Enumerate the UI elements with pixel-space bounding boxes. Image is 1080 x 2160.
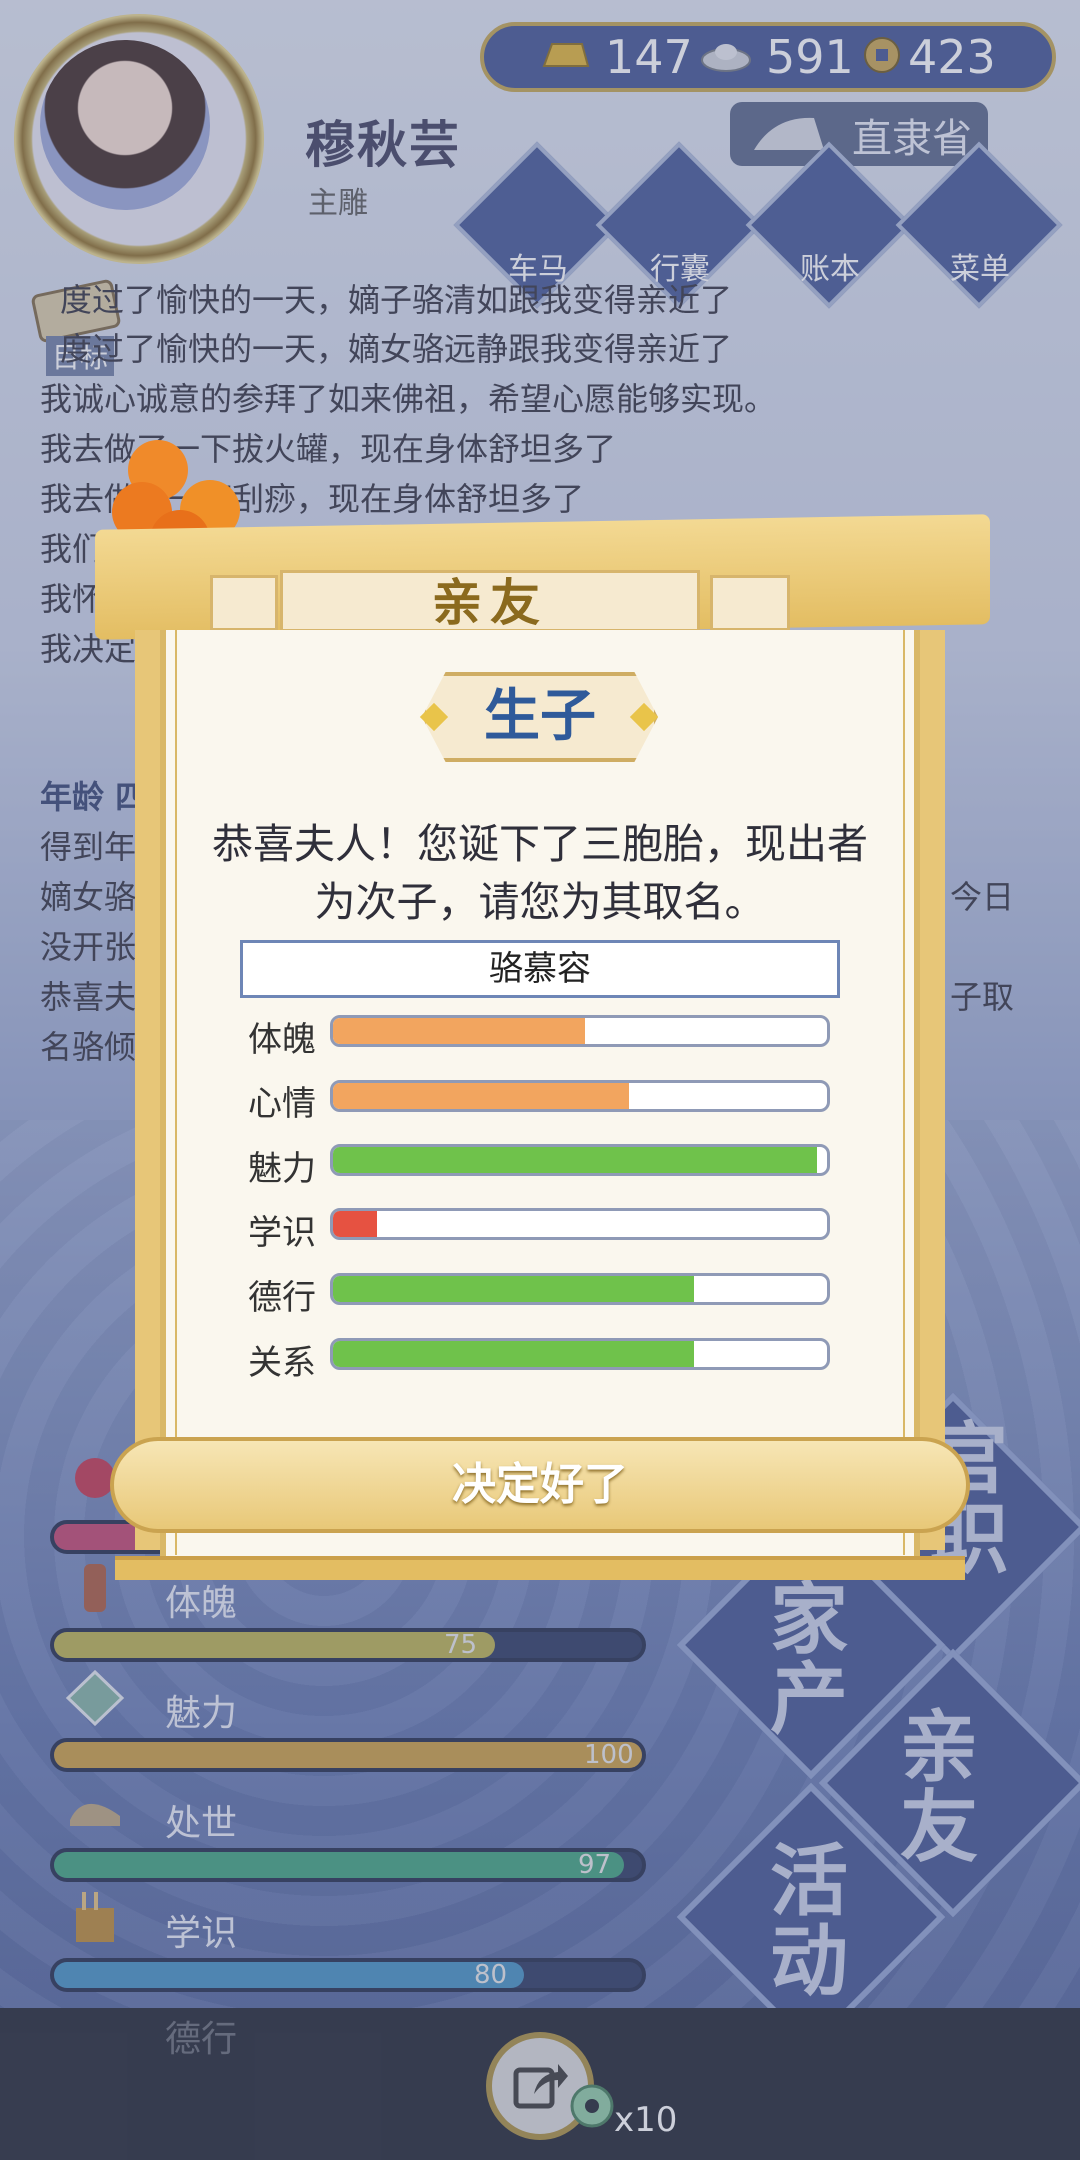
attr-label: 学识 (248, 1213, 316, 1253)
attr-bar (330, 1080, 830, 1112)
attr-fill (333, 1147, 818, 1173)
dialog-title: 亲友 (432, 574, 548, 632)
attr-label: 关系 (248, 1343, 316, 1383)
header-ornament (210, 575, 278, 631)
attr-bar (330, 1208, 830, 1240)
attr-bar (330, 1338, 830, 1370)
attr-fill (333, 1211, 378, 1237)
attr-label: 体魄 (248, 1020, 316, 1060)
attr-label: 德行 (248, 1278, 316, 1318)
header-ornament (710, 575, 790, 631)
attr-label: 魅力 (248, 1149, 316, 1189)
attr-bar (330, 1015, 830, 1047)
confirm-label[interactable]: 决定好了 (110, 1437, 970, 1533)
scroll-rod (115, 1556, 965, 1580)
child-name-input[interactable]: 骆慕容 (240, 940, 840, 998)
attr-fill (333, 1276, 694, 1302)
attr-fill (333, 1018, 585, 1044)
dialog-message: 恭喜夫人！您诞下了三胞胎，现出者为次子，请您为其取名。 (212, 820, 868, 926)
attr-fill (333, 1083, 630, 1109)
attr-label: 心情 (248, 1084, 316, 1124)
attr-bar (330, 1273, 830, 1305)
attr-fill (333, 1341, 694, 1367)
dialog-heading: 生子 (484, 684, 596, 749)
attr-bar (330, 1144, 830, 1176)
